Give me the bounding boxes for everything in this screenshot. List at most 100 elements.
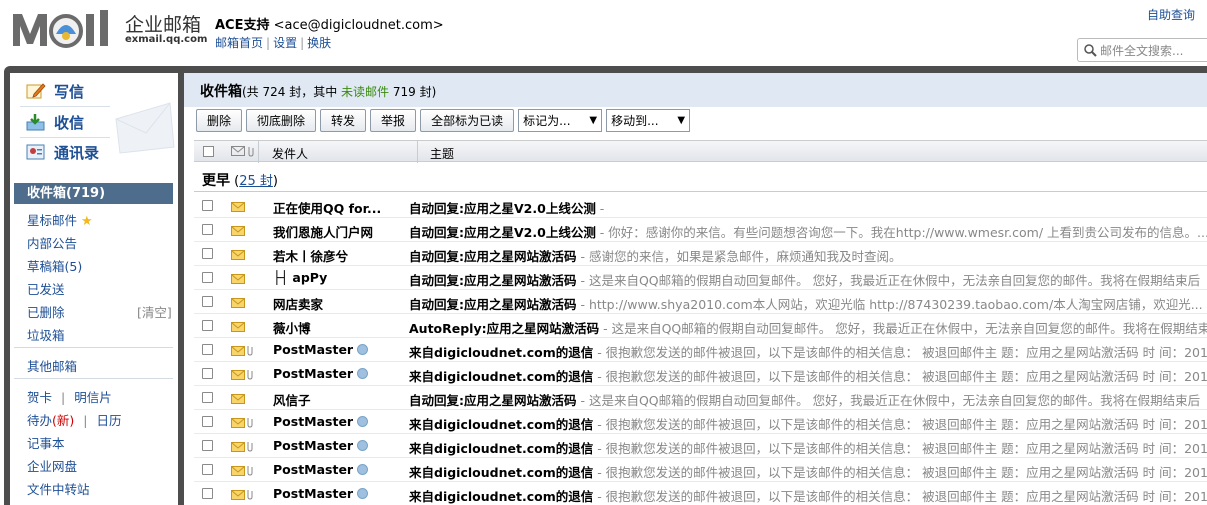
column-subject[interactable]: 主题	[430, 145, 454, 162]
envelope-icon	[231, 226, 245, 236]
envelope-icon	[231, 202, 245, 212]
envelope-watermark-icon	[115, 102, 175, 154]
mail-row[interactable]: PostMaster 来自digicloudnet.com的退信 - 很抱歉您发送…	[194, 458, 1207, 482]
greeting-card-link[interactable]: 贺卡	[27, 390, 52, 405]
row-checkbox[interactable]	[202, 224, 213, 235]
purge-button[interactable]: 彻底删除	[246, 109, 317, 132]
row-checkbox[interactable]	[202, 368, 213, 379]
search-input[interactable]: 邮件全文搜索...	[1077, 38, 1207, 62]
mail-row[interactable]: 正在使用QQ for... 自动回复:应用之星V2.0上线公测 -	[194, 194, 1207, 218]
mark-as-select[interactable]: 标记为... ▼	[518, 109, 603, 132]
subject: 来自digicloudnet.com的退信 - 很抱歉您发送的邮件被退回，以下是…	[409, 489, 1207, 504]
row-checkbox[interactable]	[202, 440, 213, 451]
qq-icon	[357, 464, 369, 475]
sidebar-item-drafts[interactable]: 草稿箱(5)	[27, 256, 82, 275]
subject: 来自digicloudnet.com的退信 - 很抱歉您发送的邮件被退回，以下是…	[409, 465, 1207, 480]
mail-row[interactable]: 薇小博 AutoReply:应用之星网站激活码 - 这是来自QQ邮箱的假期自动回复…	[194, 314, 1207, 338]
account-name: ACE支持	[215, 18, 270, 33]
sender: PostMaster	[273, 486, 369, 501]
sidebar-item-file-transfer[interactable]: 文件中转站	[27, 479, 90, 498]
mail-row[interactable]: PostMaster 来自digicloudnet.com的退信 - 很抱歉您发送…	[194, 410, 1207, 434]
report-button[interactable]: 举报	[370, 109, 417, 132]
sidebar-item-announcements[interactable]: 内部公告	[27, 233, 77, 252]
sidebar-item-todo: 待办(新) | 日历	[27, 413, 122, 428]
mail-row[interactable]: PostMaster 来自digicloudnet.com的退信 - 很抱歉您发送…	[194, 434, 1207, 458]
sender: 风信子	[273, 393, 311, 408]
row-checkbox[interactable]	[202, 344, 213, 355]
sidebar-item-other-mailboxes[interactable]: 其他邮箱	[27, 356, 77, 375]
delete-button[interactable]: 删除	[196, 109, 243, 132]
forward-button[interactable]: 转发	[320, 109, 367, 132]
sender: 薇小博	[273, 321, 311, 336]
calendar-link[interactable]: 日历	[96, 413, 121, 428]
brand-name: 企业邮箱	[125, 14, 202, 36]
header: 企业邮箱 exmail.qq.com ACE支持 <ace@digicloudn…	[0, 0, 1207, 66]
toolbar: 删除 彻底删除 转发 举报 全部标为已读 标记为... ▼ 移动到... ▼	[196, 109, 691, 133]
mail-row[interactable]: 若木丨徐彦兮 自动回复:应用之星网站激活码 - 感谢您的来信，如果是紧急邮件，麻烦…	[194, 242, 1207, 266]
page-title: 收件箱	[200, 84, 242, 100]
move-to-select[interactable]: 移动到... ▼	[606, 109, 691, 132]
row-checkbox[interactable]	[202, 320, 213, 331]
envelope-icon	[231, 394, 245, 404]
subject: 自动回复:应用之星网站激活码 - 感谢您的来信，如果是紧急邮件，麻烦通知我及时查…	[409, 249, 902, 264]
sender: PostMaster	[273, 342, 369, 357]
mail-row[interactable]: 风信子 自动回复:应用之星网站激活码 - 这是来自QQ邮箱的假期自动回复邮件。 您…	[194, 386, 1207, 410]
help-link[interactable]: 自助查询	[1147, 6, 1195, 23]
account-links: 邮箱首页 | 设置 | 换肤	[215, 36, 332, 50]
change-skin-link[interactable]: 换肤	[307, 36, 331, 50]
postcard-link[interactable]: 明信片	[74, 390, 112, 405]
select-all-checkbox[interactable]	[203, 146, 214, 157]
sidebar-item-deleted[interactable]: 已删除	[27, 302, 65, 321]
mail-row[interactable]: 我们恩施人门户网 自动回复:应用之星V2.0上线公测 - 你好：感谢你的来信。有些…	[194, 218, 1207, 242]
clear-trash-link[interactable]: [清空]	[137, 302, 172, 321]
subject: 自动回复:应用之星V2.0上线公测 - 你好：感谢你的来信。有些问题想咨询您一下…	[409, 225, 1207, 240]
logo	[13, 10, 108, 48]
group-count-link[interactable]: 25 封	[239, 174, 273, 189]
row-checkbox[interactable]	[202, 464, 213, 475]
mail-row[interactable]: 网店卖家 自动回复:应用之星网站激活码 - http://www.shya2010…	[194, 290, 1207, 314]
sidebar-item-starred[interactable]: 星标邮件 ★	[27, 210, 93, 229]
compose-icon	[26, 83, 46, 99]
row-checkbox[interactable]	[202, 272, 213, 283]
preview: -	[595, 201, 605, 216]
search-placeholder: 邮件全文搜索...	[1100, 43, 1184, 58]
sidebar-item-notes[interactable]: 记事本	[27, 433, 65, 452]
row-checkbox[interactable]	[202, 488, 213, 499]
mail-row[interactable]: PostMaster 来自digicloudnet.com的退信 - 很抱歉您发送…	[194, 338, 1207, 362]
new-badge: (新)	[52, 413, 75, 428]
settings-link[interactable]: 设置	[273, 36, 297, 50]
mail-row[interactable]: ├┤ apPy 自动回复:应用之星网站激活码 - 这是来自QQ邮箱的假期自动回复邮…	[194, 266, 1207, 290]
subject: 自动回复:应用之星V2.0上线公测 -	[409, 201, 605, 216]
mailbox-home-link[interactable]: 邮箱首页	[215, 36, 263, 50]
row-checkbox[interactable]	[202, 416, 213, 427]
account-info: ACE支持 <ace@digicloudnet.com>	[215, 14, 444, 33]
status-column-icon	[231, 145, 255, 160]
mail-row[interactable]: PostMaster 来自digicloudnet.com的退信 - 很抱歉您发送…	[194, 482, 1207, 505]
preview: - 很抱歉您发送的邮件被退回，以下是该邮件的相关信息： 被退回邮件主 题：应用之…	[593, 369, 1207, 384]
sidebar-item-spam[interactable]: 垃圾箱	[27, 325, 65, 344]
subject: 来自digicloudnet.com的退信 - 很抱歉您发送的邮件被退回，以下是…	[409, 345, 1207, 360]
sidebar-item-inbox[interactable]: 收件箱(719)	[14, 183, 173, 204]
mark-all-read-button[interactable]: 全部标为已读	[420, 109, 515, 132]
preview: - 很抱歉您发送的邮件被退回，以下是该邮件的相关信息： 被退回邮件主 题：应用之…	[593, 441, 1207, 456]
mail-row[interactable]: PostMaster 来自digicloudnet.com的退信 - 很抱歉您发送…	[194, 362, 1207, 386]
row-checkbox[interactable]	[202, 200, 213, 211]
attachment-icon	[247, 442, 253, 452]
chevron-down-icon: ▼	[589, 115, 598, 126]
unread-link[interactable]: 未读邮件	[341, 85, 389, 99]
subject: 自动回复:应用之星网站激活码 - http://www.shya2010.com…	[409, 297, 1203, 312]
row-checkbox[interactable]	[202, 248, 213, 259]
todo-link[interactable]: 待办(新)	[27, 413, 74, 428]
account-email: <ace@digicloudnet.com>	[273, 18, 444, 33]
preview: - 感谢您的来信，如果是紧急邮件，麻烦通知我及时查阅。	[576, 249, 902, 264]
sidebar-item-sent[interactable]: 已发送	[27, 279, 65, 298]
row-checkbox[interactable]	[202, 296, 213, 307]
sender: 网店卖家	[273, 297, 324, 312]
column-header: 发件人 主题	[194, 140, 1207, 163]
envelope-icon	[231, 442, 245, 452]
qq-icon	[357, 416, 369, 427]
column-from[interactable]: 发件人	[272, 145, 308, 162]
row-checkbox[interactable]	[202, 392, 213, 403]
sidebar-item-netdisk[interactable]: 企业网盘	[27, 456, 77, 475]
sidebar: 写信 收信 通讯录 收件箱(719) 星标邮件 ★ 内部公告 草稿箱(5) 已发…	[10, 73, 178, 505]
